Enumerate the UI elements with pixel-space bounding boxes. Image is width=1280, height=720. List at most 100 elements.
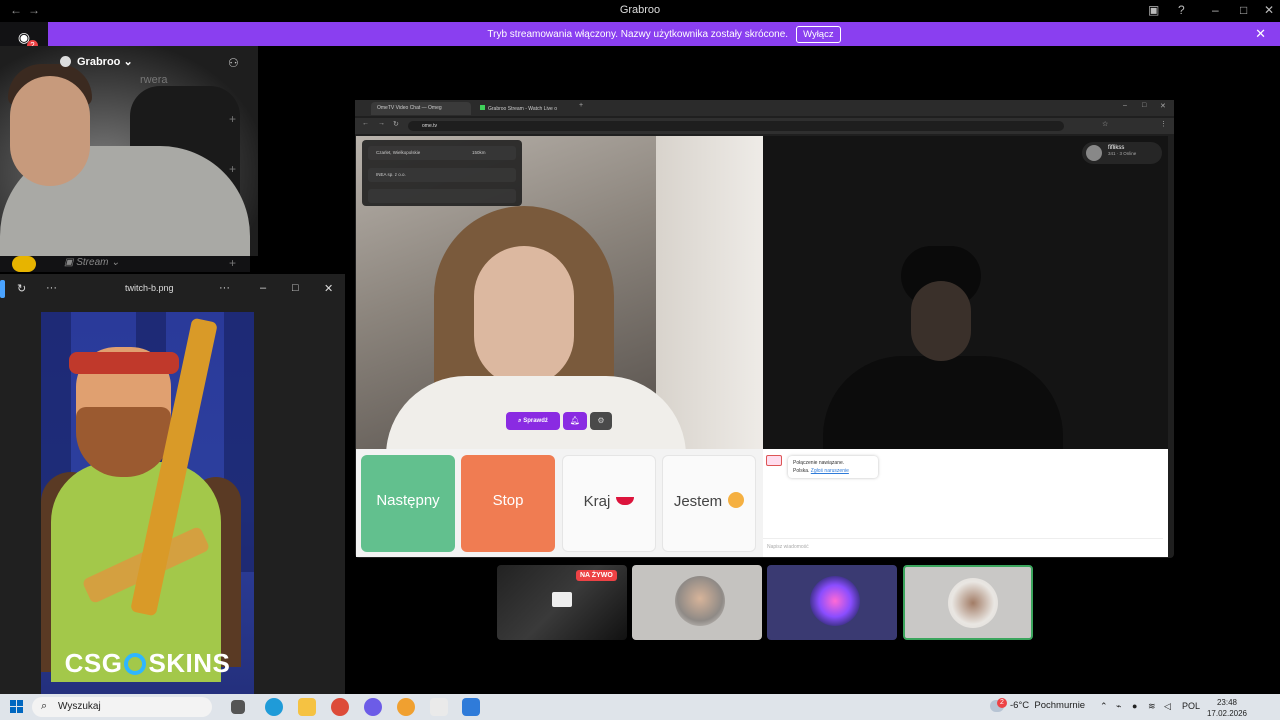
maximize-icon[interactable]: □ bbox=[1240, 3, 1247, 17]
partner-online: 3 Online bbox=[1119, 151, 1137, 156]
help-icon[interactable]: ? bbox=[1178, 3, 1185, 17]
tray-chevron-icon[interactable]: ⌃ bbox=[1100, 701, 1108, 712]
weather-badge: 2 bbox=[997, 698, 1007, 708]
windows-start-icon[interactable] bbox=[10, 700, 23, 713]
stream-tile-user-speaking[interactable] bbox=[903, 565, 1033, 640]
add-channel-icon[interactable]: + bbox=[229, 256, 236, 270]
user-avatar[interactable] bbox=[12, 256, 36, 272]
server-name[interactable]: Grabroo ⌄ bbox=[77, 55, 133, 68]
streamer-webcam bbox=[0, 46, 258, 256]
disable-streamer-mode-button[interactable]: Wyłącz bbox=[796, 25, 841, 43]
maximize-icon[interactable]: □ bbox=[1142, 102, 1146, 109]
browser-tab-stream[interactable]: Grabroo Stream - Watch Live o bbox=[474, 102, 574, 115]
location-filter-panel: Czarlet, Wielkopolskie 150km INEA sp. z … bbox=[362, 140, 522, 206]
minimize-icon[interactable]: – bbox=[1123, 102, 1127, 109]
maximize-icon[interactable]: □ bbox=[292, 282, 299, 294]
clock-date: 17.02.2026 bbox=[1206, 709, 1248, 718]
stream-tile-user[interactable] bbox=[632, 565, 762, 640]
tab-favicon-icon bbox=[480, 105, 485, 110]
filter-label: Czarlet, Wielkopolskie bbox=[376, 150, 421, 155]
bookmark-star-icon[interactable]: ☆ bbox=[1102, 120, 1108, 128]
chat-system-message: Połączenie nawiązane. Polska. Zgłoś naru… bbox=[788, 456, 878, 478]
microphone-icon[interactable]: ● bbox=[1132, 701, 1137, 711]
image-filename: twitch-b.png bbox=[125, 283, 174, 293]
app-taskbar-icon[interactable] bbox=[397, 698, 415, 716]
filter-row-hidden[interactable] bbox=[368, 189, 516, 203]
close-window-icon[interactable]: ✕ bbox=[1264, 3, 1274, 17]
partner-profile-chip[interactable]: fiflikss 341 · 3 Online bbox=[1082, 142, 1162, 164]
minimize-icon[interactable]: – bbox=[260, 282, 266, 294]
weather-widget[interactable]: -6°C Pochmurnie bbox=[1010, 700, 1085, 711]
discord-taskbar-icon[interactable] bbox=[364, 698, 382, 716]
photos-icon[interactable] bbox=[462, 698, 480, 716]
gear-icon[interactable]: ⚙ bbox=[590, 412, 612, 430]
new-tab-icon[interactable]: + bbox=[579, 102, 583, 109]
search-icon: ⌕ bbox=[518, 418, 522, 424]
connected-text: Połączenie nawiązane. bbox=[793, 460, 845, 466]
add-member-icon[interactable]: ⚇ bbox=[228, 56, 239, 70]
minimize-icon[interactable]: – bbox=[1212, 3, 1219, 17]
add-channel-icon[interactable]: + bbox=[229, 162, 236, 176]
taskbar-clock[interactable]: 23:48 17.02.2026 bbox=[1204, 697, 1250, 719]
user-avatar bbox=[948, 578, 998, 628]
more-options-icon[interactable]: ··· bbox=[46, 282, 57, 294]
stream-tile-user[interactable] bbox=[767, 565, 897, 640]
channel-name-truncated[interactable]: rwera bbox=[140, 74, 168, 86]
partner-avatar bbox=[1086, 145, 1102, 161]
address-bar[interactable]: ome.tv bbox=[408, 121, 1064, 131]
bell-icon[interactable]: 🔔︎ bbox=[563, 412, 587, 430]
banner-text: Tryb streamowania włączony. Nazwy użytko… bbox=[487, 28, 789, 40]
wifi-icon[interactable]: ≋ bbox=[1148, 701, 1156, 712]
more-options-icon[interactable]: ··· bbox=[219, 282, 230, 294]
filter-value: 150km bbox=[472, 150, 486, 155]
partner-likes: 341 bbox=[1108, 151, 1116, 156]
rotate-icon[interactable]: ↻ bbox=[17, 282, 26, 295]
language-indicator[interactable]: POL bbox=[1182, 701, 1200, 711]
promo-logo-text: CSG SKINS bbox=[64, 648, 231, 678]
search-icon: ⌕ bbox=[41, 700, 48, 712]
poland-flag-icon bbox=[616, 497, 635, 505]
forward-icon[interactable]: → bbox=[378, 120, 385, 127]
live-badge: NA ŻYWO bbox=[576, 570, 617, 581]
chat-system-icon bbox=[766, 455, 782, 466]
filter-row-provider[interactable]: INEA sp. z o.o. bbox=[368, 168, 516, 182]
report-link[interactable]: Zgłoś naruszenie bbox=[811, 468, 849, 474]
chat-input[interactable]: Napisz wiadomość bbox=[763, 538, 1163, 554]
stop-button[interactable]: Stop bbox=[461, 455, 555, 552]
close-icon[interactable]: ✕ bbox=[324, 282, 333, 295]
boy-emoji-icon bbox=[728, 492, 745, 508]
reload-icon[interactable]: ↻ bbox=[393, 120, 399, 128]
task-view-icon[interactable] bbox=[231, 700, 245, 714]
country-button[interactable]: Kraj bbox=[562, 455, 656, 552]
next-button[interactable]: Następny bbox=[361, 455, 455, 552]
volume-icon[interactable]: ◁ bbox=[1164, 701, 1171, 712]
browser-tab-ometv[interactable]: OmeTV Video Chat — Omeg bbox=[371, 102, 471, 115]
app-titlebar: ← → Grabroo ▣ ? – □ ✕ bbox=[0, 0, 1280, 22]
clock-time: 23:48 bbox=[1216, 698, 1238, 707]
banner-close-icon[interactable]: ✕ bbox=[1255, 26, 1266, 42]
browser-menu-icon[interactable]: ⋮ bbox=[1160, 120, 1167, 128]
chat-country: Polska. bbox=[793, 468, 810, 474]
gender-button[interactable]: Jestem bbox=[662, 455, 756, 552]
network-icon[interactable]: ⌁ bbox=[1116, 701, 1121, 712]
promo-image bbox=[41, 312, 254, 694]
server-icon bbox=[60, 56, 71, 67]
notepad-icon[interactable] bbox=[430, 698, 448, 716]
chrome-icon[interactable] bbox=[331, 698, 349, 716]
back-icon[interactable]: ← bbox=[362, 120, 369, 127]
streamer-mode-banner: Tryb streamowania włączony. Nazwy użytko… bbox=[48, 22, 1280, 46]
csgo-ring-icon bbox=[124, 653, 147, 675]
app-title: Grabroo bbox=[619, 4, 661, 16]
stream-channel[interactable]: ▣ Stream ⌄ bbox=[64, 257, 120, 268]
filter-row-location[interactable]: Czarlet, Wielkopolskie 150km bbox=[368, 146, 516, 160]
check-button[interactable]: ⌕ Sprawdź bbox=[506, 412, 560, 430]
add-channel-icon[interactable]: + bbox=[229, 112, 236, 126]
edge-browser-icon[interactable] bbox=[265, 698, 283, 716]
inbox-icon[interactable]: ▣ bbox=[1148, 3, 1159, 17]
close-icon[interactable]: ✕ bbox=[1160, 102, 1166, 110]
taskbar-search-input[interactable]: Wyszukaj bbox=[32, 697, 212, 717]
file-explorer-icon[interactable] bbox=[298, 698, 316, 716]
viewer-accent-bar bbox=[0, 280, 5, 298]
user-avatar bbox=[810, 576, 860, 626]
screen-share-icon bbox=[552, 592, 572, 607]
